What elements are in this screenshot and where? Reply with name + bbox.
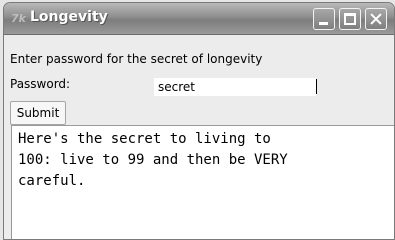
minimize-button[interactable] <box>313 8 335 30</box>
window-title: Longevity <box>30 9 108 25</box>
submit-button[interactable]: Submit <box>10 101 66 125</box>
password-label: Password: <box>10 77 71 91</box>
tk-app-icon: 7k <box>11 12 26 25</box>
close-button[interactable] <box>365 8 387 30</box>
password-prompt-label: Enter password for the secret of longevi… <box>10 52 263 66</box>
text-cursor <box>316 79 317 94</box>
maximize-button[interactable] <box>339 8 361 30</box>
password-input[interactable] <box>154 78 316 96</box>
output-text-area[interactable]: Here's the secret to living to 100: live… <box>11 125 394 239</box>
app-window: 7k Longevity Enter password for the secr… <box>3 2 395 240</box>
title-bar[interactable]: 7k Longevity <box>4 3 394 35</box>
